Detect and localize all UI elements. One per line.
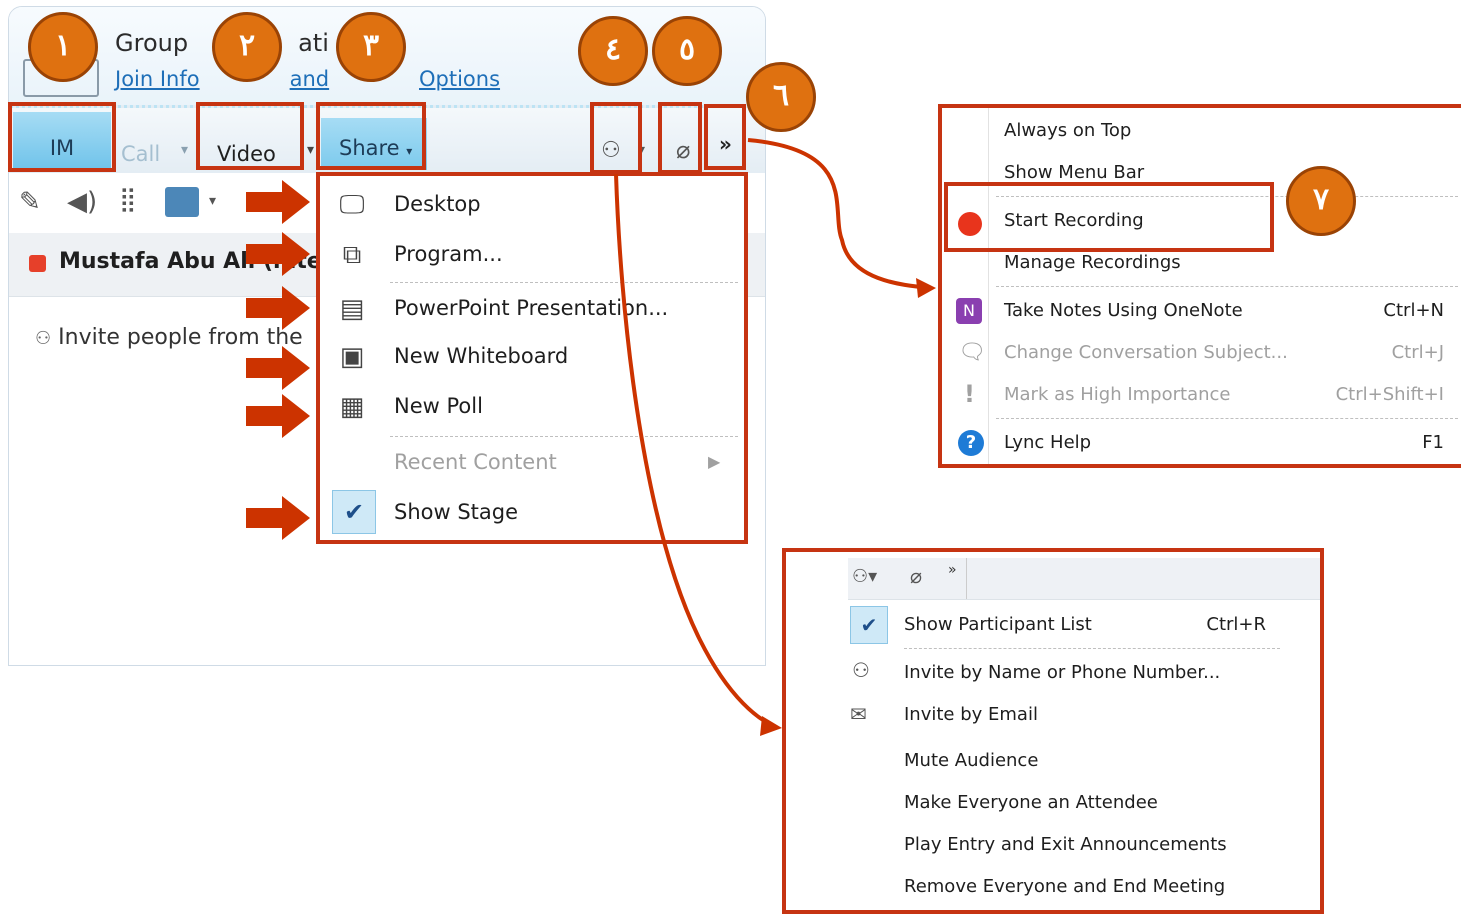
connector-arrows [614, 138, 936, 736]
arrow-icon [246, 180, 310, 224]
callout-4: ٤ [578, 16, 648, 86]
arrow-icon [246, 346, 310, 390]
callout-5: ٥ [652, 16, 722, 86]
arrow-icon [246, 496, 310, 540]
callout-1: ١ [28, 12, 98, 82]
callout-6: ٦ [746, 62, 816, 132]
callout-3: ٣ [336, 12, 406, 82]
callout-2: ٢ [212, 12, 282, 82]
arrow-icon [246, 232, 310, 276]
arrow-icon [246, 394, 310, 438]
callout-7: ٧ [1286, 166, 1356, 236]
arrow-icon [246, 286, 310, 330]
